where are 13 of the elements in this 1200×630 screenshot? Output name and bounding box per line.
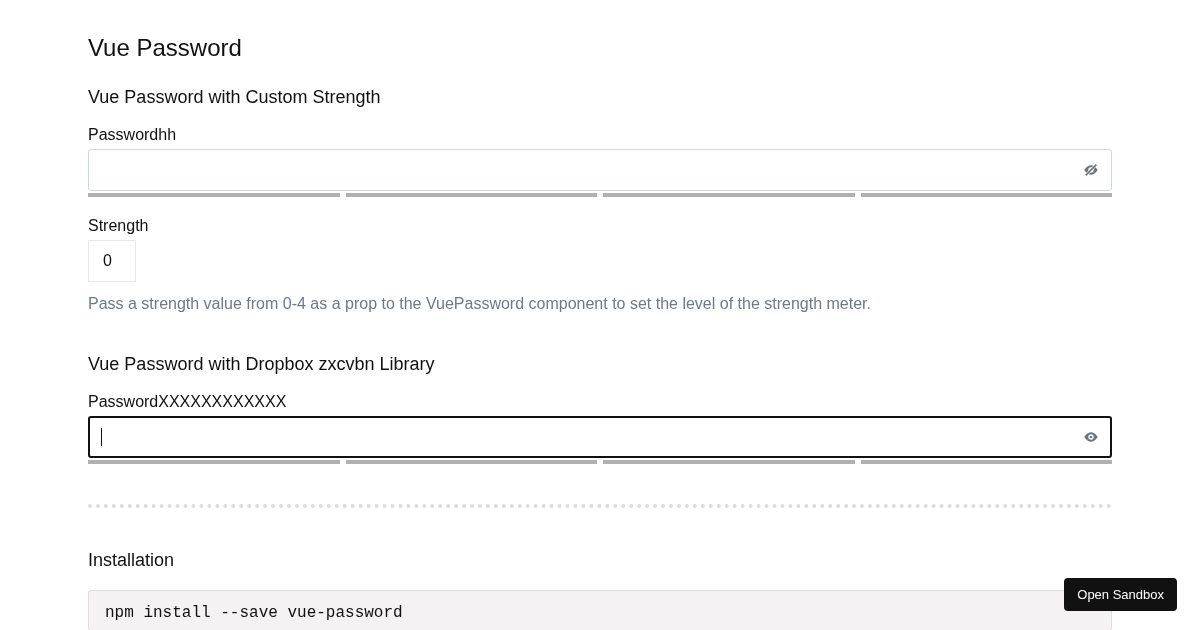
text-caret xyxy=(101,428,102,447)
section-heading: Vue Password with Dropbox zxcvbn Library xyxy=(88,353,436,376)
strength-label: Strength xyxy=(88,217,150,236)
section-heading: Installation xyxy=(88,550,176,572)
hint-text: Pass a strength value from 0-4 as a prop to the VuePassword component to set the level of the strength meter. xyxy=(88,294,872,314)
section-heading: Vue Password with Custom Strength xyxy=(88,86,382,109)
password-field[interactable] xyxy=(88,416,1112,459)
open-sandbox-button[interactable]: Open Sandbox xyxy=(1064,578,1177,611)
field-label: PasswordXXXXXXXXXXXX xyxy=(88,393,288,412)
field-label: Passwordhh xyxy=(88,126,178,145)
strength-input[interactable]: 0 xyxy=(88,240,136,283)
page-title: Vue Password xyxy=(88,34,243,63)
eye-off-icon[interactable] xyxy=(1083,162,1099,179)
